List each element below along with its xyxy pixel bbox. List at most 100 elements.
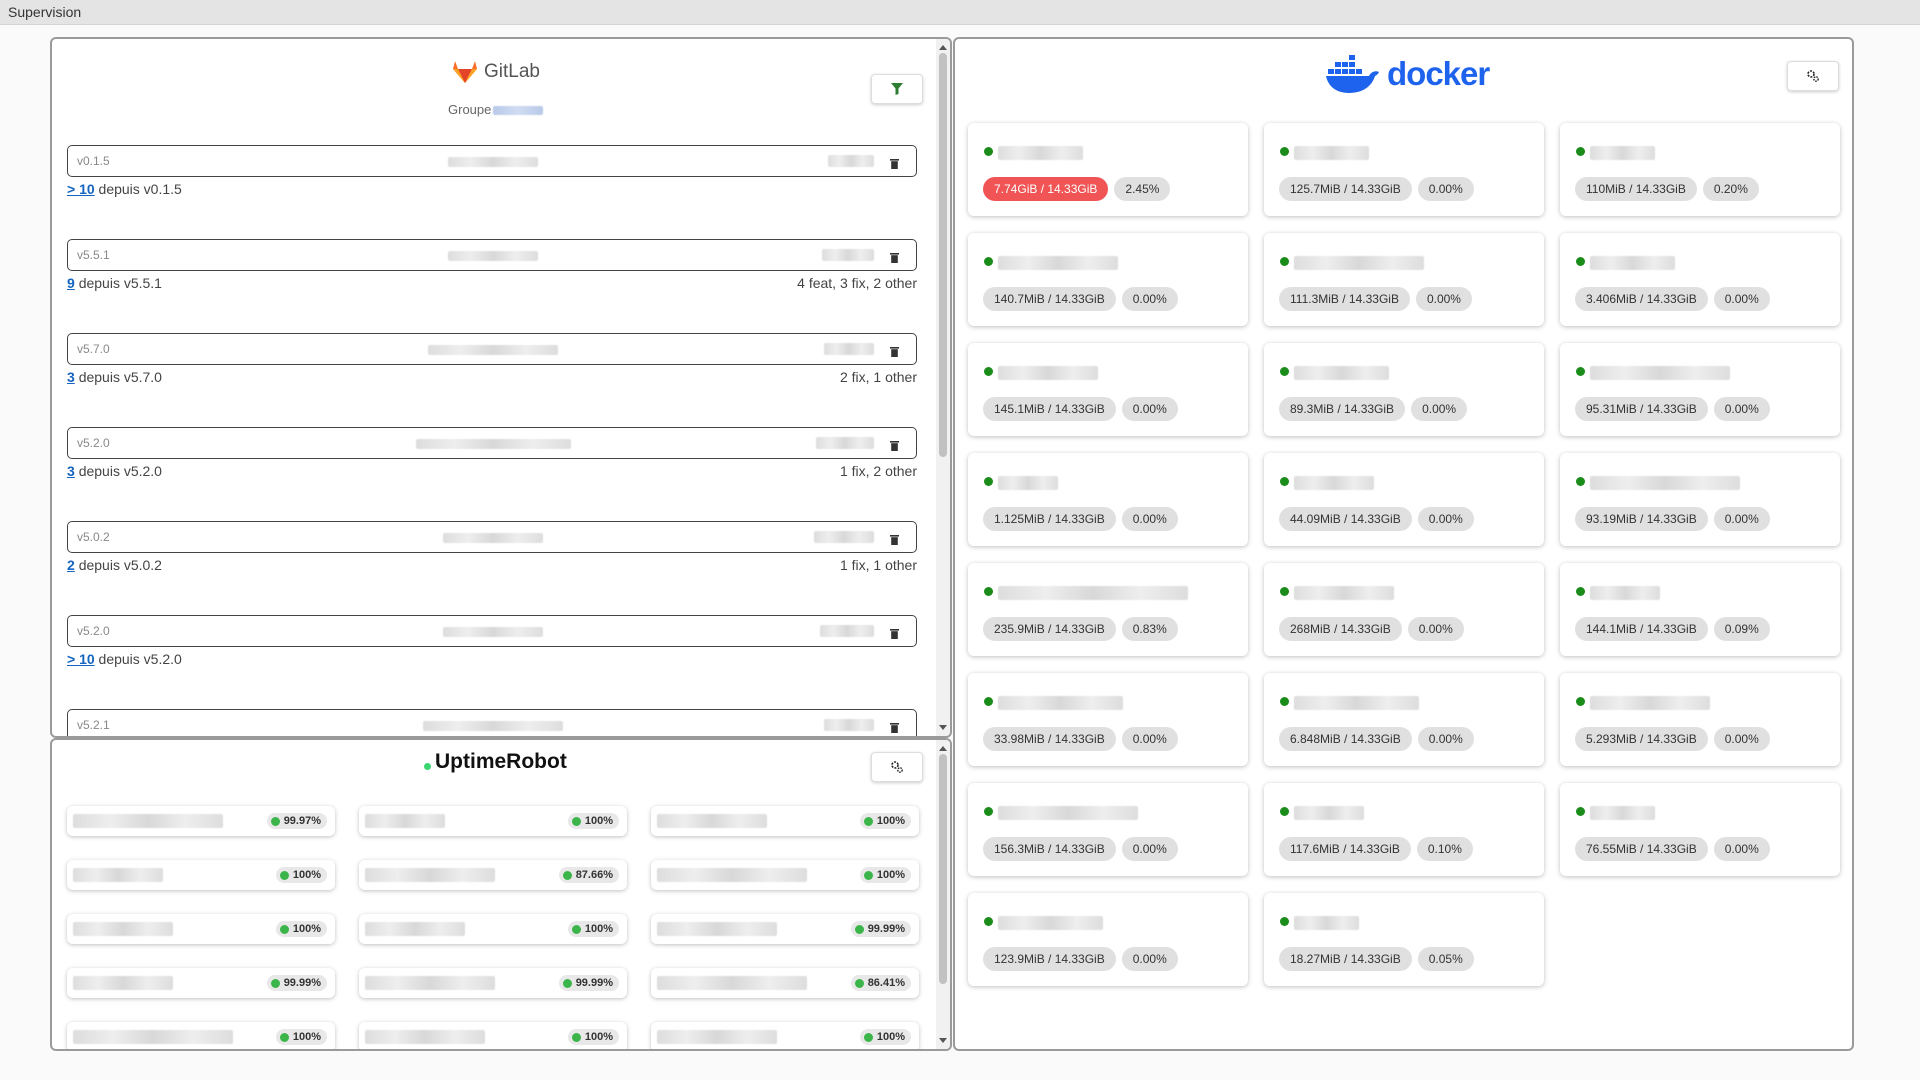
container-name-redacted <box>998 256 1118 270</box>
container-name-redacted <box>1590 146 1655 160</box>
release-box[interactable]: v5.2.0 <box>67 427 917 459</box>
docker-settings-button[interactable] <box>1787 61 1839 91</box>
docker-brand: docker <box>1387 55 1490 92</box>
commits-link[interactable]: > 10 <box>67 651 95 667</box>
status-dot-icon <box>1576 257 1585 266</box>
scroll-up-arrow[interactable] <box>939 746 947 751</box>
uptime-badge: 100% <box>567 813 619 829</box>
uptime-badge: 100% <box>275 1029 327 1045</box>
release-box[interactable]: v5.0.2 <box>67 521 917 553</box>
change-summary: 4 feat, 3 fix, 2 other <box>797 275 917 291</box>
container-card[interactable]: 117.6MiB / 14.33GiB 0.10% <box>1264 783 1544 876</box>
monitor-card[interactable]: 100% <box>651 806 919 836</box>
container-card[interactable]: 144.1MiB / 14.33GiB 0.09% <box>1560 563 1840 656</box>
container-name-redacted <box>998 806 1138 820</box>
monitor-card[interactable]: 100% <box>651 1022 919 1049</box>
uptime-scrollbar[interactable] <box>936 740 950 1049</box>
container-card[interactable]: 111.3MiB / 14.33GiB 0.00% <box>1264 233 1544 326</box>
monitor-card[interactable]: 99.99% <box>67 968 335 998</box>
monitor-card[interactable]: 100% <box>359 1022 627 1049</box>
commits-link[interactable]: 2 <box>67 557 75 573</box>
container-card[interactable]: 76.55MiB / 14.33GiB 0.00% <box>1560 783 1840 876</box>
container-card[interactable]: 123.9MiB / 14.33GiB 0.00% <box>968 893 1248 986</box>
cpu-usage-chip: 0.00% <box>1417 177 1474 201</box>
commits-link[interactable]: 3 <box>67 463 75 479</box>
container-card[interactable]: 125.7MiB / 14.33GiB 0.00% <box>1264 123 1544 216</box>
monitor-card[interactable]: 99.97% <box>67 806 335 836</box>
trash-icon[interactable] <box>890 250 899 263</box>
uptime-badge: 99.99% <box>850 921 911 937</box>
commits-link[interactable]: 9 <box>67 275 75 291</box>
monitor-name-redacted <box>657 976 807 990</box>
uptime-settings-button[interactable] <box>871 752 923 782</box>
release-tag: v5.7.0 <box>77 342 110 356</box>
container-card[interactable]: 3.406MiB / 14.33GiB 0.00% <box>1560 233 1840 326</box>
status-dot-icon <box>270 978 280 988</box>
container-stats: 111.3MiB / 14.33GiB 0.00% <box>1279 287 1472 311</box>
container-name-redacted <box>1294 476 1374 490</box>
container-card[interactable]: 6.848MiB / 14.33GiB 0.00% <box>1264 673 1544 766</box>
container-card[interactable]: 33.98MiB / 14.33GiB 0.00% <box>968 673 1248 766</box>
commits-link[interactable]: > 10 <box>67 181 95 197</box>
monitor-card[interactable]: 100% <box>67 914 335 944</box>
gitlab-logo-icon <box>453 61 477 83</box>
container-card[interactable]: 268MiB / 14.33GiB 0.00% <box>1264 563 1544 656</box>
monitor-card[interactable]: 86.41% <box>651 968 919 998</box>
scroll-thumb[interactable] <box>939 53 947 457</box>
scroll-up-arrow[interactable] <box>939 45 947 50</box>
since-version-text: depuis v0.1.5 <box>98 181 182 197</box>
monitor-card[interactable]: 99.99% <box>359 968 627 998</box>
monitor-card[interactable]: 100% <box>67 860 335 890</box>
release-date-redacted <box>814 531 874 543</box>
trash-icon[interactable] <box>890 156 899 169</box>
monitor-card[interactable]: 100% <box>67 1022 335 1049</box>
scroll-down-arrow[interactable] <box>939 725 947 730</box>
trash-icon[interactable] <box>890 344 899 357</box>
trash-icon[interactable] <box>890 532 899 545</box>
filter-button[interactable] <box>871 74 923 104</box>
container-stats: 33.98MiB / 14.33GiB 0.00% <box>983 727 1178 751</box>
container-card[interactable]: 235.9MiB / 14.33GiB 0.83% <box>968 563 1248 656</box>
container-card[interactable]: 44.09MiB / 14.33GiB 0.00% <box>1264 453 1544 546</box>
container-name-redacted <box>1590 696 1710 710</box>
uptime-badge: 100% <box>859 813 911 829</box>
container-name-redacted <box>1294 916 1359 930</box>
uptime-badge: 100% <box>859 867 911 883</box>
container-card[interactable]: 145.1MiB / 14.33GiB 0.00% <box>968 343 1248 436</box>
container-stats: 44.09MiB / 14.33GiB 0.00% <box>1279 507 1474 531</box>
commits-link[interactable]: 3 <box>67 369 75 385</box>
container-card[interactable]: 140.7MiB / 14.33GiB 0.00% <box>968 233 1248 326</box>
container-card[interactable]: 18.27MiB / 14.33GiB 0.05% <box>1264 893 1544 986</box>
container-card[interactable]: 1.125MiB / 14.33GiB 0.00% <box>968 453 1248 546</box>
trash-icon[interactable] <box>890 438 899 451</box>
container-card[interactable]: 110MiB / 14.33GiB 0.20% <box>1560 123 1840 216</box>
cpu-usage-chip: 0.00% <box>1417 727 1474 751</box>
container-card[interactable]: 95.31MiB / 14.33GiB 0.00% <box>1560 343 1840 436</box>
scroll-down-arrow[interactable] <box>939 1038 947 1043</box>
scroll-thumb[interactable] <box>939 754 947 984</box>
monitor-card[interactable]: 87.66% <box>359 860 627 890</box>
release-box[interactable]: v5.2.1 <box>67 709 917 736</box>
monitor-card[interactable]: 100% <box>651 860 919 890</box>
status-dot-icon <box>854 924 864 934</box>
release-box[interactable]: v5.5.1 <box>67 239 917 271</box>
trash-icon[interactable] <box>890 720 899 733</box>
container-card[interactable]: 5.293MiB / 14.33GiB 0.00% <box>1560 673 1840 766</box>
since-version-text: depuis v5.2.0 <box>78 463 162 479</box>
status-dot-icon <box>1576 587 1585 596</box>
gitlab-scrollbar[interactable] <box>936 39 950 736</box>
trash-icon[interactable] <box>890 626 899 639</box>
container-card[interactable]: 7.74GiB / 14.33GiB 2.45% <box>968 123 1248 216</box>
monitor-card[interactable]: 99.99% <box>651 914 919 944</box>
container-card[interactable]: 93.19MiB / 14.33GiB 0.00% <box>1560 453 1840 546</box>
release-box[interactable]: v5.7.0 <box>67 333 917 365</box>
release-box[interactable]: v5.2.0 <box>67 615 917 647</box>
container-card[interactable]: 89.3MiB / 14.33GiB 0.00% <box>1264 343 1544 436</box>
uptime-percent: 100% <box>876 869 905 881</box>
monitor-card[interactable]: 100% <box>359 806 627 836</box>
release-box[interactable]: v0.1.5 <box>67 145 917 177</box>
release-title-redacted <box>448 157 538 167</box>
release-tag: v0.1.5 <box>77 154 110 168</box>
monitor-card[interactable]: 100% <box>359 914 627 944</box>
container-card[interactable]: 156.3MiB / 14.33GiB 0.00% <box>968 783 1248 876</box>
